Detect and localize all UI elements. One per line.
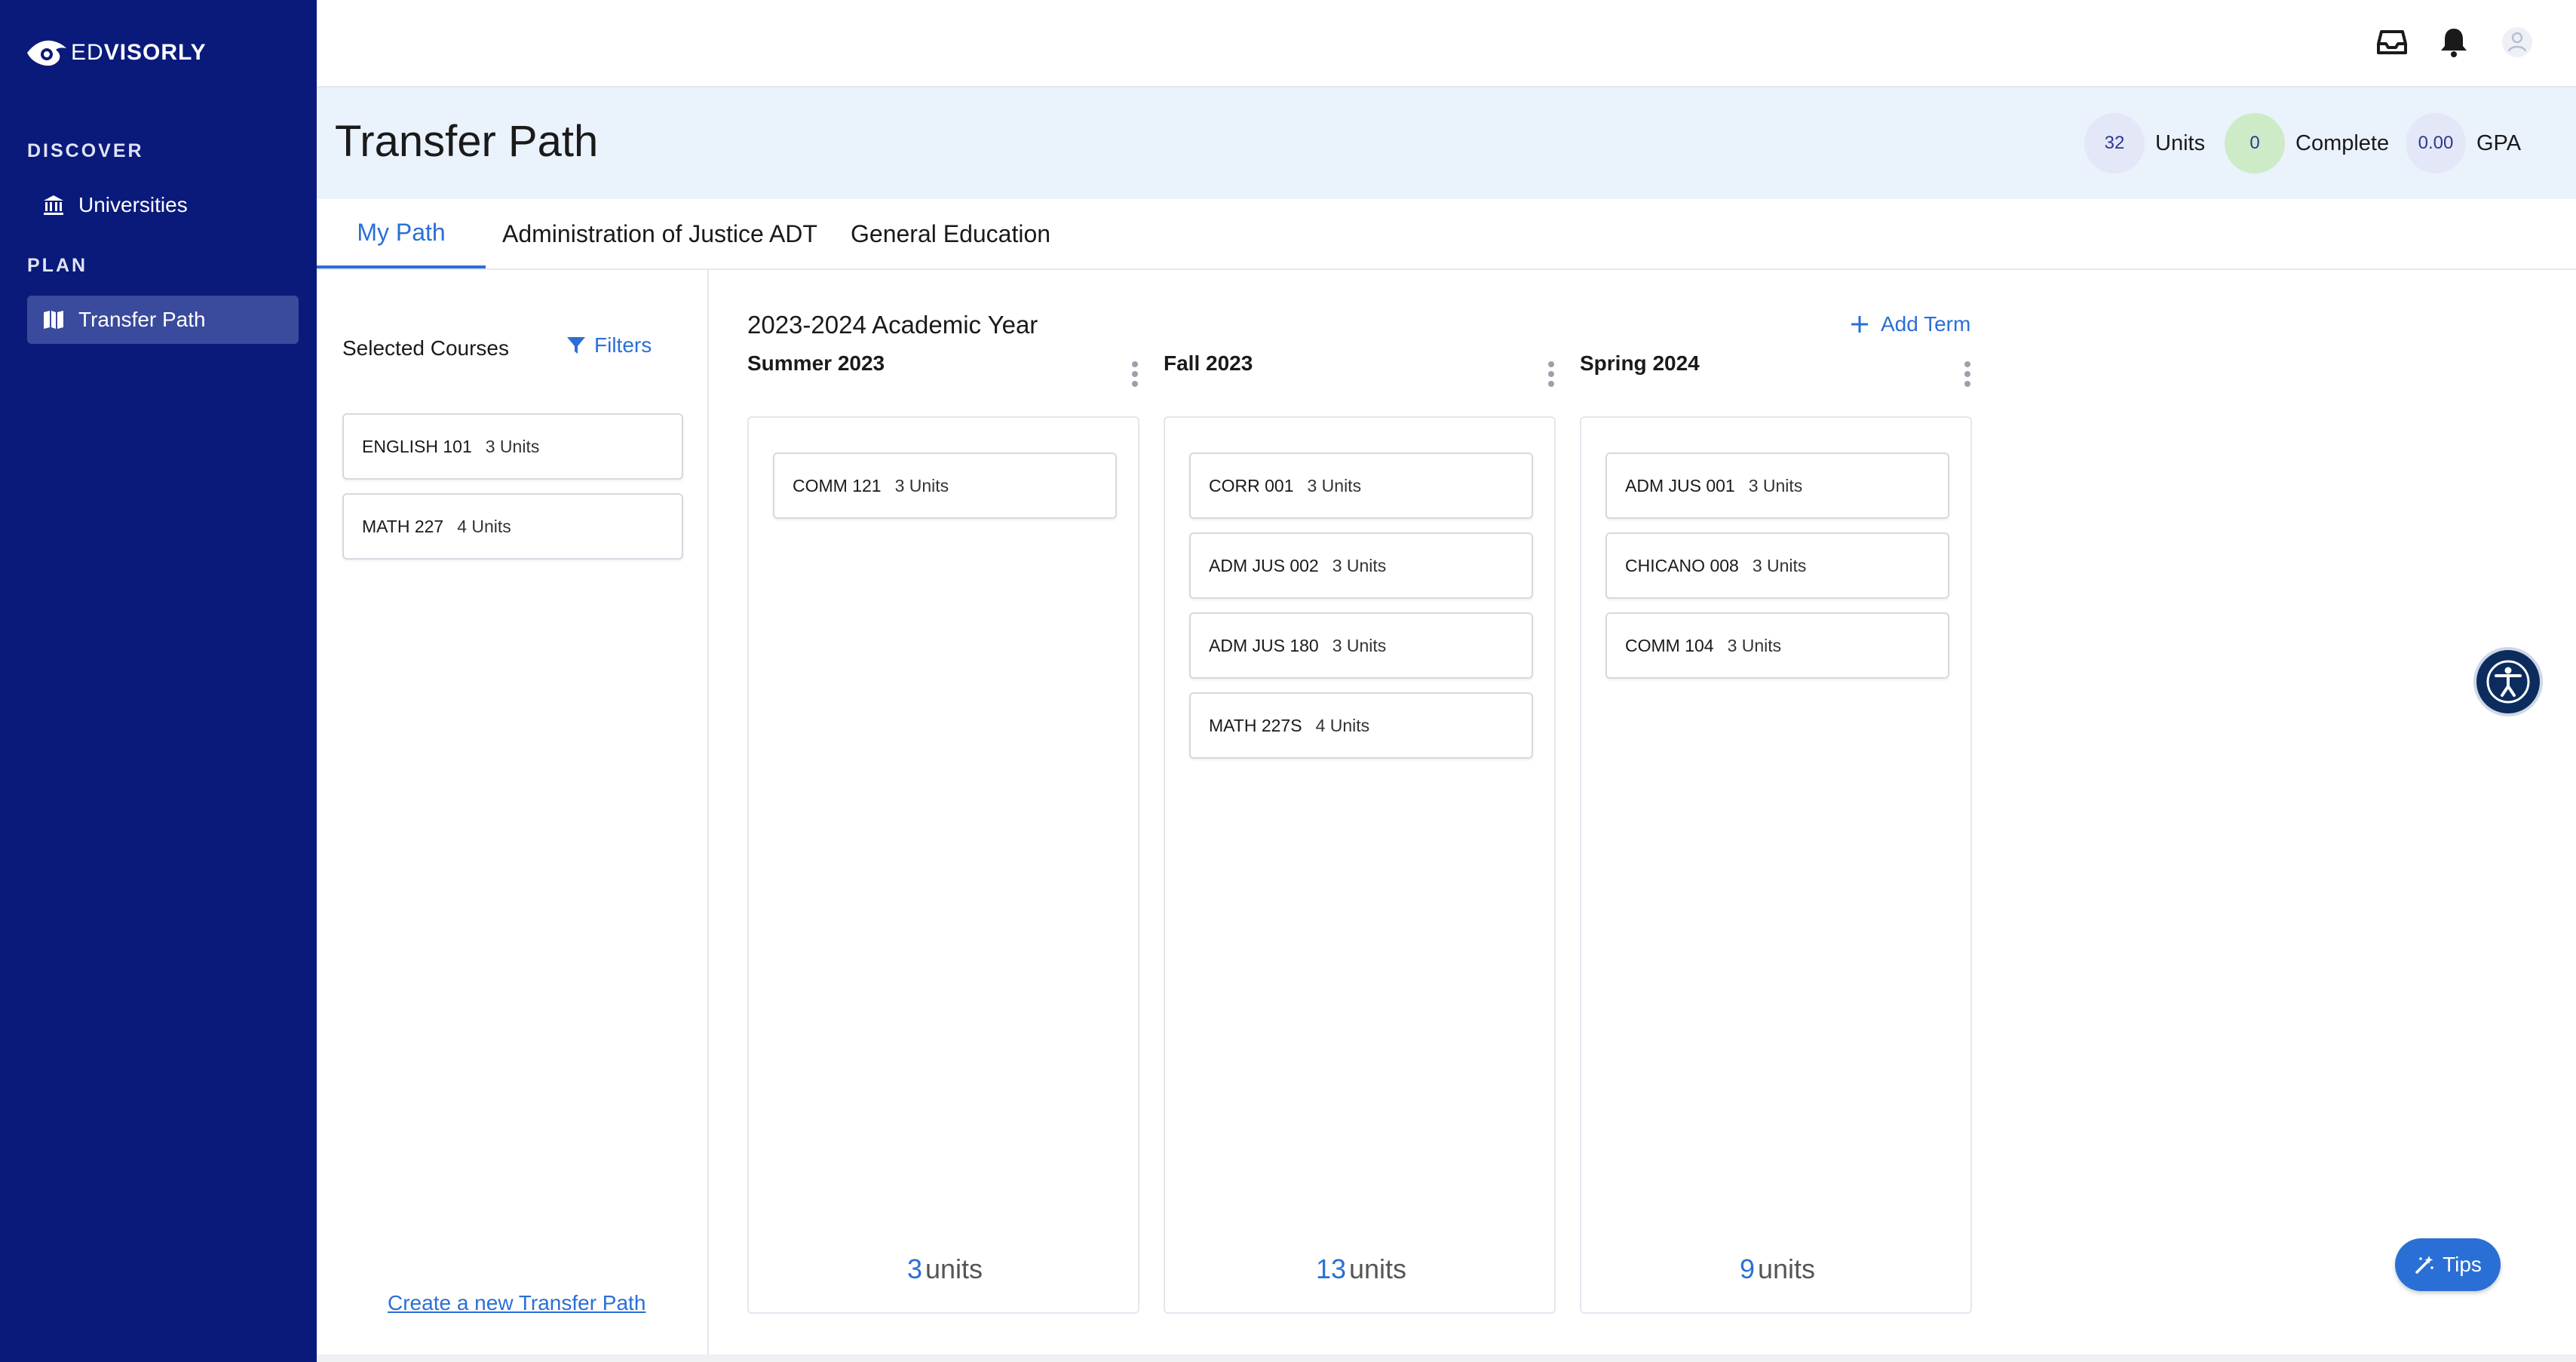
term-total-label: units (1757, 1253, 1816, 1284)
logo-eye-icon (27, 40, 66, 66)
bell-icon[interactable] (2437, 26, 2470, 59)
logo-wordmark: EDVISORLY (71, 40, 207, 65)
selected-courses-heading: Selected Courses (342, 336, 510, 360)
term-total-units: 9 units (1581, 1253, 1973, 1285)
course-card[interactable]: CHICANO 008 3 Units (1605, 532, 1949, 599)
course-card[interactable]: MATH 227S 4 Units (1189, 692, 1533, 759)
stat-units: 32 Units (2084, 113, 2205, 173)
tab-administration-of-justice-adt[interactable]: Administration of Justice ADT (502, 199, 817, 268)
term-menu-kebab-icon[interactable] (1130, 359, 1140, 389)
map-icon (44, 311, 63, 329)
inbox-icon[interactable] (2375, 26, 2409, 59)
term-total-label: units (1349, 1253, 1407, 1284)
term-total-value: 9 (1739, 1253, 1755, 1284)
term-total-units: 13 units (1165, 1253, 1557, 1285)
academic-year-title: 2023-2024 Academic Year (747, 311, 1038, 339)
course-code: COMM 104 (1625, 635, 1714, 655)
course-units: 3 Units (485, 436, 540, 456)
term-name-spring-2024: Spring 2024 (1580, 351, 1700, 375)
add-term-button[interactable]: Add Term (1849, 312, 1970, 336)
course-card[interactable]: COMM 121 3 Units (773, 452, 1117, 519)
course-units: 3 Units (1332, 635, 1387, 655)
course-units: 3 Units (1748, 475, 1803, 495)
term-column-summer-2023[interactable]: COMM 121 3 Units 3 units (747, 416, 1139, 1314)
course-card[interactable]: ADM JUS 002 3 Units (1189, 532, 1533, 599)
tab-bar: My Path Administration of Justice ADT Ge… (317, 199, 2576, 270)
tips-label: Tips (2443, 1253, 2482, 1276)
course-units: 3 Units (894, 475, 949, 495)
scroll-edge (317, 1354, 2576, 1362)
course-code: ADM JUS 002 (1209, 555, 1319, 575)
course-card[interactable]: ENGLISH 101 3 Units (342, 413, 683, 480)
course-code: CORR 001 (1209, 475, 1294, 495)
selected-courses-panel: Selected Courses Filters ENGLISH 101 3 U… (317, 270, 709, 1362)
user-avatar-icon[interactable] (2501, 26, 2534, 59)
course-code: ADM JUS 180 (1209, 635, 1319, 655)
sidebar-section-plan: PLAN (27, 255, 88, 276)
sidebar-item-label: Universities (78, 193, 188, 216)
stat-gpa-label: GPA (2476, 130, 2522, 155)
institution-icon (44, 195, 63, 215)
course-units: 3 Units (1307, 475, 1362, 495)
sidebar-section-discover: DISCOVER (27, 140, 144, 161)
stat-complete-label: Complete (2295, 130, 2390, 155)
term-column-spring-2024[interactable]: ADM JUS 001 3 Units CHICANO 008 3 Units … (1580, 416, 1972, 1314)
term-menu-kebab-icon[interactable] (1962, 359, 1973, 389)
course-units: 3 Units (1727, 635, 1782, 655)
term-name-summer-2023: Summer 2023 (747, 351, 885, 375)
sidebar-item-universities[interactable]: Universities (27, 181, 299, 229)
plus-icon (1851, 316, 1868, 333)
course-code: MATH 227S (1209, 715, 1302, 735)
page-title: Transfer Path (335, 117, 599, 166)
page-title-band: Transfer Path 32 Units 0 Complete 0.00 G… (317, 87, 2576, 199)
course-units: 3 Units (1332, 555, 1387, 575)
filters-button[interactable]: Filters (566, 333, 652, 357)
stat-complete-badge: 0 (2225, 113, 2285, 173)
stat-units-label: Units (2155, 130, 2206, 155)
stat-complete: 0 Complete (2225, 113, 2389, 173)
create-transfer-path-link[interactable]: Create a new Transfer Path (388, 1291, 646, 1315)
course-code: CHICANO 008 (1625, 555, 1739, 575)
course-card[interactable]: MATH 227 4 Units (342, 493, 683, 560)
course-units: 4 Units (1315, 715, 1370, 735)
term-total-value: 3 (906, 1253, 922, 1284)
edvisorly-logo[interactable]: EDVISORLY (26, 36, 207, 69)
stat-gpa: 0.00 GPA (2406, 113, 2521, 173)
term-column-fall-2023[interactable]: CORR 001 3 Units ADM JUS 002 3 Units ADM… (1164, 416, 1556, 1314)
course-code: ADM JUS 001 (1625, 475, 1735, 495)
filter-funnel-icon (567, 337, 585, 354)
tips-button[interactable]: Tips (2395, 1238, 2501, 1291)
stat-gpa-badge: 0.00 (2406, 113, 2466, 173)
top-header (317, 0, 2576, 87)
course-units: 3 Units (1752, 555, 1807, 575)
sidebar-item-transfer-path[interactable]: Transfer Path (27, 296, 299, 344)
term-total-units: 3 units (749, 1253, 1141, 1285)
filters-label: Filters (594, 333, 652, 357)
tab-general-education[interactable]: General Education (851, 199, 1050, 268)
course-card[interactable]: ADM JUS 001 3 Units (1605, 452, 1949, 519)
course-units: 4 Units (457, 516, 511, 536)
accessibility-button[interactable] (2473, 647, 2543, 716)
accessibility-icon (2486, 660, 2530, 704)
course-code: MATH 227 (362, 516, 444, 536)
term-total-label: units (925, 1253, 983, 1284)
course-card[interactable]: CORR 001 3 Units (1189, 452, 1533, 519)
magic-wand-icon (2415, 1256, 2433, 1274)
sidebar-item-label: Transfer Path (78, 308, 206, 331)
stat-units-badge: 32 (2084, 113, 2145, 173)
course-code: ENGLISH 101 (362, 436, 472, 456)
term-total-value: 13 (1315, 1253, 1346, 1284)
term-name-fall-2023: Fall 2023 (1164, 351, 1253, 375)
course-card[interactable]: COMM 104 3 Units (1605, 612, 1949, 679)
sidebar: EDVISORLY DISCOVER Universities PLAN Tra… (0, 0, 317, 1362)
add-term-label: Add Term (1881, 312, 1971, 336)
course-card[interactable]: ADM JUS 180 3 Units (1189, 612, 1533, 679)
term-menu-kebab-icon[interactable] (1546, 359, 1556, 389)
course-code: COMM 121 (793, 475, 882, 495)
tab-my-path[interactable]: My Path (317, 199, 486, 268)
